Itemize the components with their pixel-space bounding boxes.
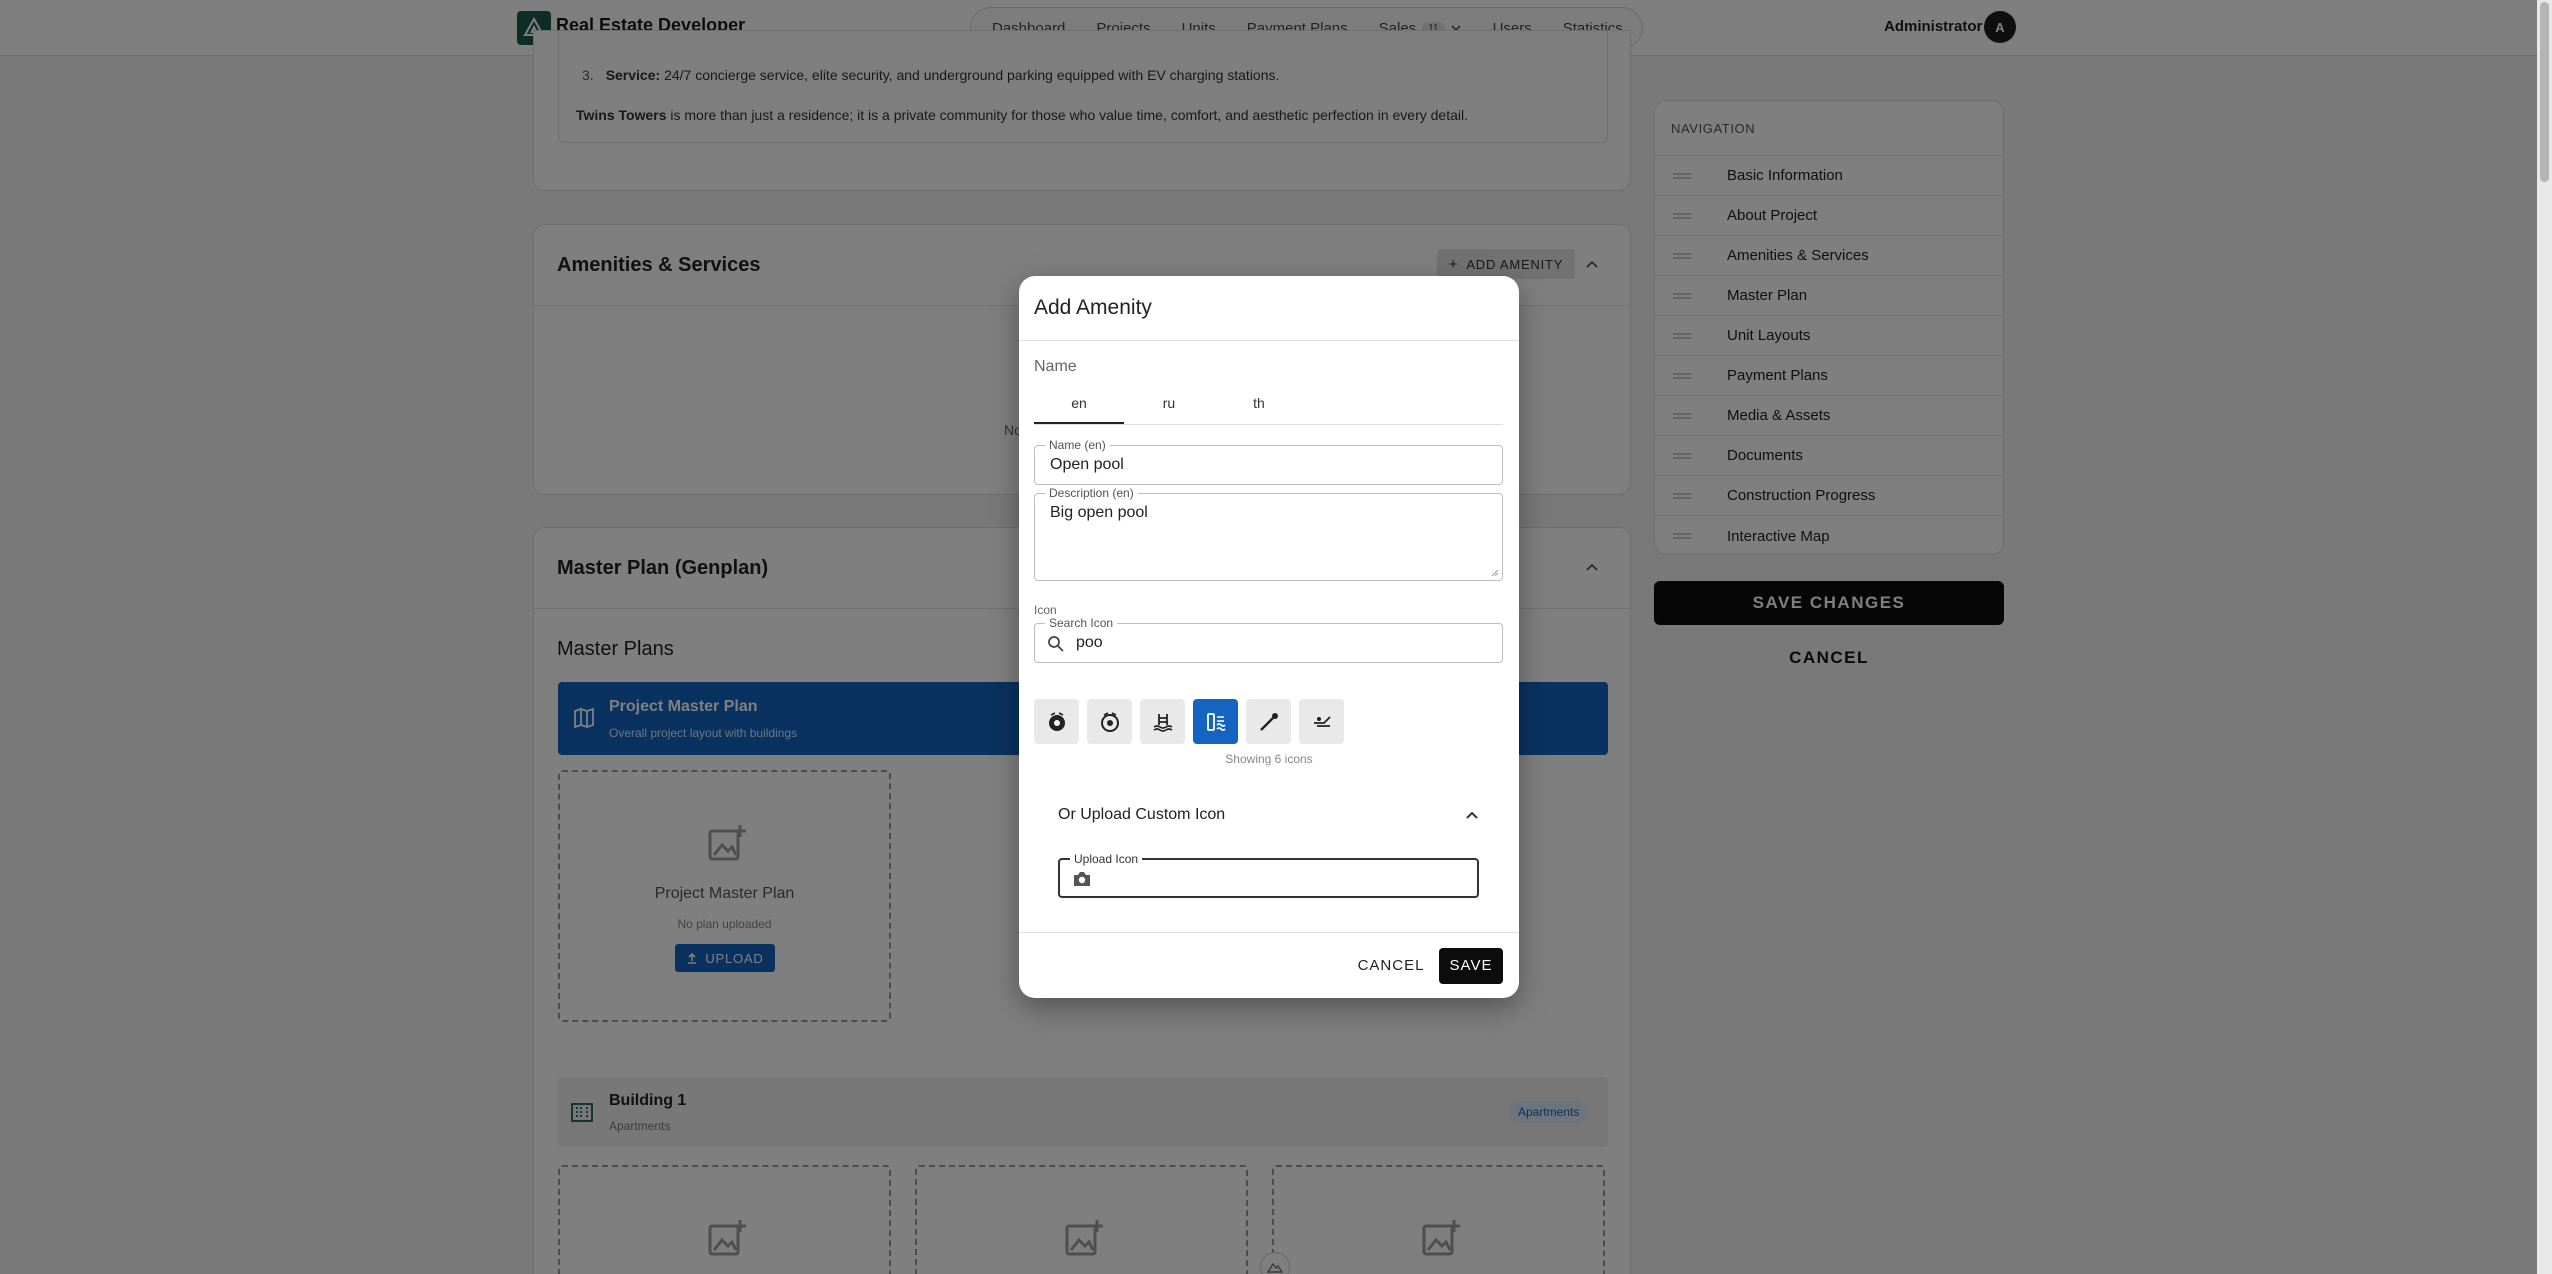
description-value: Big open pool [1050,504,1148,521]
description-label: Description (en) [1045,486,1138,500]
add-amenity-dialog: Add Amenity Name en ru th Name (en) Open… [1019,276,1519,998]
dialog-save-button[interactable]: SAVE [1439,948,1503,984]
tab-ru[interactable]: ru [1124,395,1214,411]
icon-section-label: Icon [1034,603,1057,617]
swimmer-icon[interactable] [1140,699,1185,744]
tab-th[interactable]: th [1214,395,1304,411]
camera-icon [1074,872,1090,886]
upload-custom-icon-toggle[interactable]: Or Upload Custom Icon [1058,806,1479,828]
tabs-underline [1034,424,1503,425]
tab-en[interactable]: en [1034,395,1124,411]
pool-ladder-icon[interactable] [1299,699,1344,744]
search-icon [1048,636,1064,652]
pool-ball-outline-icon[interactable] [1087,699,1132,744]
search-icon-input[interactable]: Search Icon poo [1034,616,1503,663]
page-scrollbar[interactable] [2537,0,2552,1274]
dialog-title: Add Amenity [1034,296,1152,319]
active-tab-indicator [1034,422,1124,424]
dialog-cancel-button[interactable]: CANCEL [1352,948,1430,984]
resize-handle-icon[interactable] [1491,569,1499,577]
search-icon-label: Search Icon [1045,616,1118,630]
upload-section-title: Or Upload Custom Icon [1058,806,1226,823]
description-textarea[interactable]: Description (en) Big open pool [1034,486,1503,581]
icons-count-text: Showing 6 icons [1225,752,1313,766]
pool-gauge-icon[interactable] [1193,699,1238,744]
upload-icon-label: Upload Icon [1070,852,1143,866]
name-input-value: Open pool [1050,456,1124,473]
name-input[interactable]: Name (en) Open pool [1034,438,1503,485]
name-section-label: Name [1034,358,1077,375]
search-icon-value: poo [1076,634,1103,651]
name-input-label: Name (en) [1045,438,1110,452]
dialog-divider [1019,340,1519,341]
dialog-actions-divider [1019,932,1519,933]
pool-cue-icon[interactable] [1246,699,1291,744]
chevron-up-icon [1466,811,1478,819]
scrollbar-thumb[interactable] [2540,2,2549,182]
upload-icon-input[interactable]: Upload Icon [1058,852,1479,898]
pool-ball-icon[interactable] [1034,699,1079,744]
